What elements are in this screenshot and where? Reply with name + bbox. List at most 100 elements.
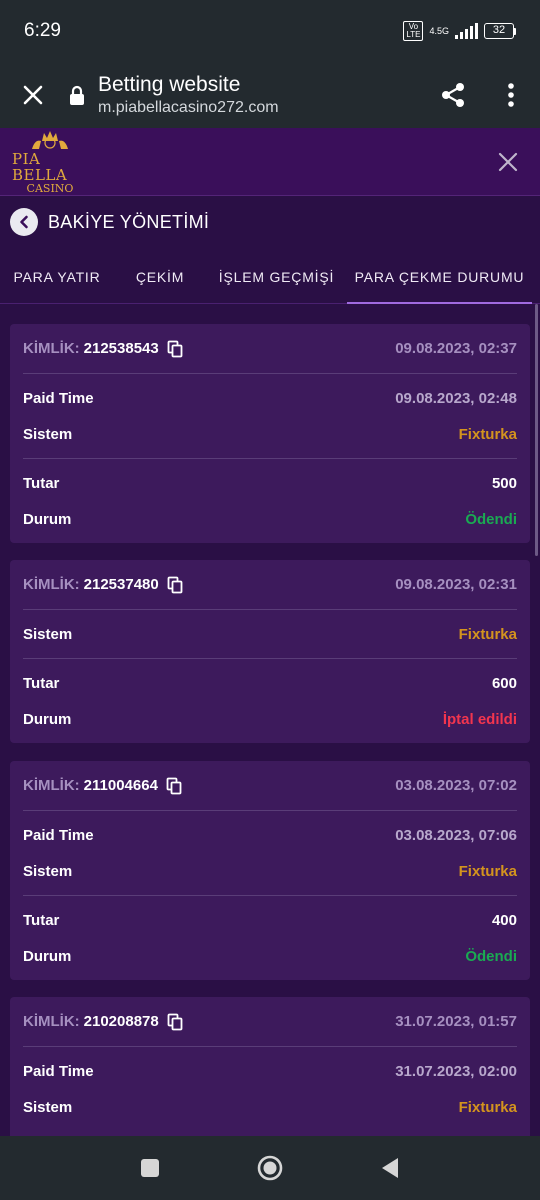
tab-withdrawal-status[interactable]: PARA ÇEKME DURUMU bbox=[347, 250, 532, 304]
browser-toolbar: Betting website m.piabellacasino272.com bbox=[0, 62, 540, 128]
copy-icon[interactable] bbox=[167, 576, 183, 594]
status-badge: Ödendi bbox=[465, 510, 517, 528]
system-row: Sistem Fixturka bbox=[23, 1098, 517, 1116]
card-amount: Tutar 400 Durum Ödendi bbox=[23, 895, 517, 980]
header-close-button[interactable] bbox=[488, 142, 528, 182]
chevron-left-icon bbox=[20, 215, 28, 229]
back-nav-button[interactable] bbox=[360, 1138, 420, 1198]
card-header: KİMLİK: 210208878 31.07.2023, 01:57 bbox=[23, 997, 517, 1047]
card-header: KİMLİK: 211004664 03.08.2023, 07:02 bbox=[23, 761, 517, 811]
copy-icon[interactable] bbox=[166, 777, 182, 795]
id-label: KİMLİK: bbox=[23, 1013, 80, 1030]
system-row: Sistem Fixturka bbox=[23, 625, 517, 643]
logo-text: PIA BELLA bbox=[12, 149, 68, 184]
back-button[interactable] bbox=[10, 208, 38, 236]
paid-time-value: 03.08.2023, 07:06 bbox=[395, 826, 517, 844]
recent-apps-button[interactable] bbox=[120, 1138, 180, 1198]
home-button[interactable] bbox=[240, 1138, 300, 1198]
amount-row: Tutar 600 bbox=[23, 674, 517, 692]
network-type: 4.5G bbox=[429, 25, 449, 36]
triangle-back-icon bbox=[382, 1158, 398, 1178]
crown-horses-icon bbox=[32, 130, 68, 149]
system-value: Fixturka bbox=[458, 1098, 517, 1116]
share-button[interactable] bbox=[424, 62, 482, 128]
status-badge: Ödendi bbox=[465, 947, 517, 965]
tab-transaction-history[interactable]: İŞLEM GEÇMİŞİ bbox=[206, 250, 347, 303]
browser-page-title: Betting website bbox=[98, 73, 241, 96]
system-nav-bar bbox=[0, 1136, 540, 1200]
card-header: KİMLİK: 212537480 09.08.2023, 02:31 bbox=[23, 560, 517, 610]
more-options-button[interactable] bbox=[482, 62, 540, 128]
card-details: Paid Time 31.07.2023, 02:00 Sistem Fixtu… bbox=[23, 1047, 517, 1131]
amount-row: Tutar 500 bbox=[23, 474, 517, 492]
browser-title-area[interactable]: Betting website m.piabellacasino272.com bbox=[98, 72, 279, 118]
withdrawal-list[interactable]: KİMLİK: 212538543 09.08.2023, 02:37 Paid… bbox=[0, 304, 540, 1136]
balance-tabs: PARA YATIR ÇEKİM İŞLEM GEÇMİŞİ PARA ÇEKM… bbox=[0, 250, 540, 304]
transaction-id: 212537480 bbox=[83, 576, 159, 593]
paid-time-row: Paid Time 03.08.2023, 07:06 bbox=[23, 826, 517, 844]
paid-time-row: Paid Time 31.07.2023, 02:00 bbox=[23, 1062, 517, 1080]
status-row: Durum Ödendi bbox=[23, 510, 517, 528]
amount-value: 500 bbox=[491, 474, 517, 492]
card-details: Sistem Fixturka bbox=[23, 610, 517, 658]
transaction-id: 212538543 bbox=[83, 340, 159, 357]
tab-withdraw[interactable]: ÇEKİM bbox=[114, 250, 206, 303]
browser-url: m.piabellacasino272.com bbox=[98, 99, 279, 116]
page-title: BAKİYE YÖNETİMİ bbox=[48, 211, 210, 232]
transaction-date: 09.08.2023, 02:37 bbox=[395, 340, 517, 357]
card-details: Paid Time 03.08.2023, 07:06 Sistem Fixtu… bbox=[23, 811, 517, 895]
transaction-card: KİMLİK: 211004664 03.08.2023, 07:02 Paid… bbox=[10, 761, 530, 980]
status-badge: İptal edildi bbox=[442, 710, 517, 728]
volte-badge: Vo LTE bbox=[403, 21, 424, 41]
id-label: KİMLİK: bbox=[23, 777, 80, 794]
square-icon bbox=[141, 1159, 159, 1177]
paid-time-value: 31.07.2023, 02:00 bbox=[395, 1062, 517, 1080]
id-label: KİMLİK: bbox=[23, 576, 80, 593]
share-icon bbox=[442, 83, 464, 107]
logo-subtext: CASINO bbox=[26, 181, 74, 195]
scrollbar[interactable] bbox=[535, 304, 538, 556]
system-row: Sistem Fixturka bbox=[23, 862, 517, 880]
system-value: Fixturka bbox=[458, 625, 517, 643]
signal-icon bbox=[455, 23, 478, 39]
transaction-date: 03.08.2023, 07:02 bbox=[395, 777, 517, 794]
site-logo[interactable]: PIA BELLA CASINO bbox=[12, 129, 88, 195]
paid-time-row: Paid Time 09.08.2023, 02:48 bbox=[23, 389, 517, 407]
home-circle-icon bbox=[257, 1155, 283, 1181]
system-row: Sistem Fixturka bbox=[23, 425, 517, 443]
amount-row: Tutar 400 bbox=[23, 911, 517, 929]
transaction-date: 09.08.2023, 02:31 bbox=[395, 576, 517, 593]
battery-icon: 32 bbox=[484, 23, 516, 39]
transaction-id: 211004664 bbox=[83, 777, 158, 794]
paid-time-value: 09.08.2023, 02:48 bbox=[395, 389, 517, 407]
status-time: 6:29 bbox=[24, 20, 61, 41]
amount-value: 400 bbox=[491, 911, 517, 929]
amount-value: 600 bbox=[491, 674, 517, 692]
card-header: KİMLİK: 212538543 09.08.2023, 02:37 bbox=[23, 324, 517, 374]
close-icon bbox=[498, 152, 518, 171]
status-row: Durum Ödendi bbox=[23, 947, 517, 965]
transaction-card: KİMLİK: 210208878 31.07.2023, 01:57 Paid… bbox=[10, 997, 530, 1136]
system-value: Fixturka bbox=[458, 862, 517, 880]
browser-actions bbox=[424, 62, 540, 128]
tab-deposit[interactable]: PARA YATIR bbox=[0, 250, 114, 303]
card-amount: Tutar 500 Durum Ödendi bbox=[23, 458, 517, 543]
transaction-card: KİMLİK: 212538543 09.08.2023, 02:37 Paid… bbox=[10, 324, 530, 543]
page-title-row: BAKİYE YÖNETİMİ bbox=[0, 197, 540, 247]
id-label: KİMLİK: bbox=[23, 340, 80, 357]
browser-close-button[interactable] bbox=[0, 62, 66, 128]
close-icon bbox=[23, 85, 43, 105]
status-indicators: Vo LTE 4.5G 32 bbox=[403, 21, 516, 41]
transaction-date: 31.07.2023, 01:57 bbox=[395, 1013, 517, 1030]
more-vert-icon bbox=[508, 83, 514, 107]
card-details: Paid Time 09.08.2023, 02:48 Sistem Fixtu… bbox=[23, 374, 517, 458]
transaction-card: KİMLİK: 212537480 09.08.2023, 02:31 Sist… bbox=[10, 560, 530, 743]
lock-icon bbox=[66, 85, 88, 106]
copy-icon[interactable] bbox=[167, 1013, 183, 1031]
copy-icon[interactable] bbox=[167, 340, 183, 358]
status-row: Durum İptal edildi bbox=[23, 710, 517, 728]
site-header: PIA BELLA CASINO bbox=[0, 128, 540, 196]
status-bar: 6:29 Vo LTE 4.5G 32 bbox=[0, 0, 540, 62]
card-amount: Tutar 600 Durum İptal edildi bbox=[23, 658, 517, 743]
system-value: Fixturka bbox=[458, 425, 517, 443]
